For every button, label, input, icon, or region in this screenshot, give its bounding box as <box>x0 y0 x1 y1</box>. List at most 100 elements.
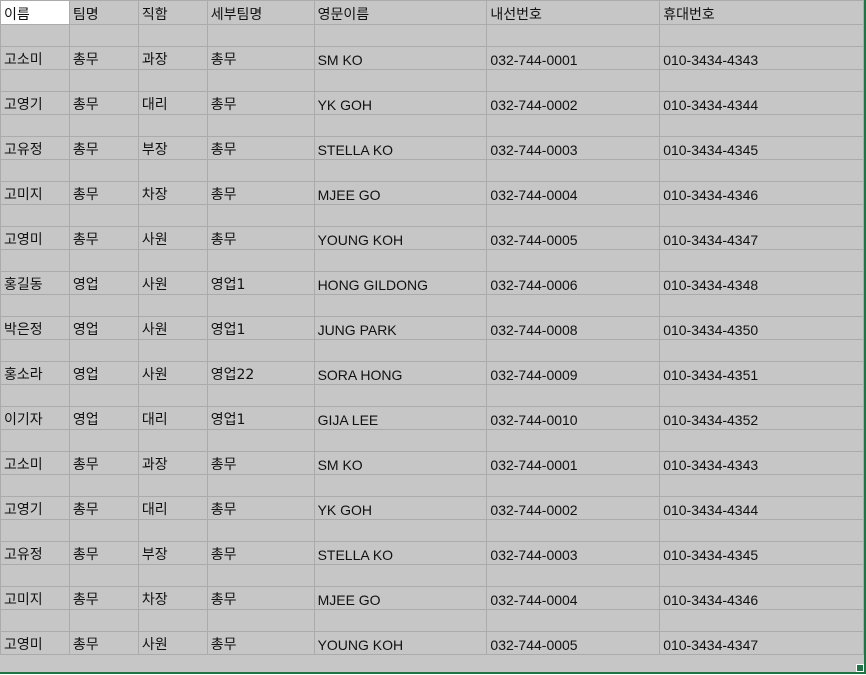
empty-cell[interactable] <box>313 114 488 137</box>
empty-cell[interactable] <box>206 384 315 407</box>
empty-cell[interactable] <box>68 564 139 587</box>
empty-cell[interactable] <box>486 69 661 92</box>
empty-cell[interactable] <box>137 384 208 407</box>
empty-cell[interactable] <box>313 429 488 452</box>
empty-cell[interactable] <box>313 249 488 272</box>
cell-mobile[interactable]: 010-3434-4346 <box>659 181 864 205</box>
empty-cell[interactable] <box>659 24 864 47</box>
empty-cell[interactable] <box>0 474 70 497</box>
cell-english-name[interactable]: STELLA KO <box>313 541 488 565</box>
empty-cell[interactable] <box>0 294 70 317</box>
cell-title[interactable]: 사원 <box>137 361 208 385</box>
cell-team[interactable]: 영업 <box>68 271 139 295</box>
cell-title[interactable]: 부장 <box>137 541 208 565</box>
empty-cell[interactable] <box>137 114 208 137</box>
empty-cell[interactable] <box>137 204 208 227</box>
empty-cell[interactable] <box>137 294 208 317</box>
cell-extension[interactable]: 032-744-0005 <box>486 226 661 250</box>
cell-name[interactable]: 고영기 <box>0 496 70 520</box>
cell-name[interactable]: 고유정 <box>0 541 70 565</box>
header-cell-extension[interactable]: 내선번호 <box>486 0 661 25</box>
empty-cell[interactable] <box>206 24 315 47</box>
cell-mobile[interactable]: 010-3434-4345 <box>659 136 864 160</box>
cell-team[interactable]: 총무 <box>68 586 139 610</box>
cell-title[interactable]: 대리 <box>137 406 208 430</box>
empty-cell[interactable] <box>0 24 70 47</box>
cell-subteam[interactable]: 영업1 <box>206 316 315 340</box>
empty-cell[interactable] <box>659 519 864 542</box>
empty-cell[interactable] <box>0 384 70 407</box>
cell-subteam[interactable]: 영업1 <box>206 271 315 295</box>
cell-subteam[interactable]: 총무 <box>206 451 315 475</box>
cell-subteam[interactable]: 총무 <box>206 631 315 655</box>
empty-cell[interactable] <box>137 519 208 542</box>
header-cell-team[interactable]: 팀명 <box>68 0 139 25</box>
empty-cell[interactable] <box>659 474 864 497</box>
fill-handle[interactable] <box>856 664 864 672</box>
cell-team[interactable]: 총무 <box>68 631 139 655</box>
cell-title[interactable]: 차장 <box>137 586 208 610</box>
empty-cell[interactable] <box>137 564 208 587</box>
cell-name[interactable]: 홍소라 <box>0 361 70 385</box>
cell-team[interactable]: 총무 <box>68 226 139 250</box>
cell-mobile[interactable]: 010-3434-4347 <box>659 631 864 655</box>
cell-extension[interactable]: 032-744-0004 <box>486 586 661 610</box>
header-cell-subteam[interactable]: 세부팀명 <box>206 0 315 25</box>
cell-subteam[interactable]: 총무 <box>206 46 315 70</box>
cell-extension[interactable]: 032-744-0009 <box>486 361 661 385</box>
header-cell-mobile[interactable]: 휴대번호 <box>659 0 864 25</box>
empty-cell[interactable] <box>206 519 315 542</box>
cell-subteam[interactable]: 총무 <box>206 181 315 205</box>
empty-cell[interactable] <box>486 249 661 272</box>
cell-name[interactable]: 홍길동 <box>0 271 70 295</box>
empty-cell[interactable] <box>0 519 70 542</box>
empty-cell[interactable] <box>137 69 208 92</box>
cell-team[interactable]: 영업 <box>68 361 139 385</box>
empty-cell[interactable] <box>137 249 208 272</box>
empty-cell[interactable] <box>313 609 488 632</box>
header-cell-title[interactable]: 직함 <box>137 0 208 25</box>
cell-subteam[interactable]: 총무 <box>206 136 315 160</box>
cell-mobile[interactable]: 010-3434-4343 <box>659 46 864 70</box>
empty-cell[interactable] <box>68 69 139 92</box>
cell-english-name[interactable]: MJEE GO <box>313 181 488 205</box>
cell-english-name[interactable]: YK GOH <box>313 91 488 115</box>
cell-mobile[interactable]: 010-3434-4351 <box>659 361 864 385</box>
empty-cell[interactable] <box>137 609 208 632</box>
cell-title[interactable]: 과장 <box>137 451 208 475</box>
empty-cell[interactable] <box>68 249 139 272</box>
cell-title[interactable]: 대리 <box>137 91 208 115</box>
cell-team[interactable]: 총무 <box>68 451 139 475</box>
cell-title[interactable]: 사원 <box>137 316 208 340</box>
empty-cell[interactable] <box>206 159 315 182</box>
empty-cell[interactable] <box>486 429 661 452</box>
empty-cell[interactable] <box>68 294 139 317</box>
cell-extension[interactable]: 032-744-0010 <box>486 406 661 430</box>
empty-cell[interactable] <box>206 339 315 362</box>
cell-english-name[interactable]: SM KO <box>313 46 488 70</box>
cell-title[interactable]: 사원 <box>137 631 208 655</box>
cell-team[interactable]: 영업 <box>68 316 139 340</box>
empty-cell[interactable] <box>206 474 315 497</box>
empty-cell[interactable] <box>659 609 864 632</box>
empty-cell[interactable] <box>486 159 661 182</box>
empty-cell[interactable] <box>659 564 864 587</box>
cell-name[interactable]: 고미지 <box>0 586 70 610</box>
cell-name[interactable]: 이기자 <box>0 406 70 430</box>
empty-cell[interactable] <box>486 564 661 587</box>
empty-cell[interactable] <box>659 384 864 407</box>
cell-mobile[interactable]: 010-3434-4348 <box>659 271 864 295</box>
empty-cell[interactable] <box>68 339 139 362</box>
empty-cell[interactable] <box>659 294 864 317</box>
cell-english-name[interactable]: YK GOH <box>313 496 488 520</box>
empty-cell[interactable] <box>486 24 661 47</box>
empty-cell[interactable] <box>486 294 661 317</box>
empty-cell[interactable] <box>68 474 139 497</box>
cell-extension[interactable]: 032-744-0001 <box>486 46 661 70</box>
empty-cell[interactable] <box>0 564 70 587</box>
cell-extension[interactable]: 032-744-0002 <box>486 91 661 115</box>
empty-cell[interactable] <box>68 24 139 47</box>
empty-cell[interactable] <box>659 249 864 272</box>
cell-mobile[interactable]: 010-3434-4345 <box>659 541 864 565</box>
empty-cell[interactable] <box>0 609 70 632</box>
